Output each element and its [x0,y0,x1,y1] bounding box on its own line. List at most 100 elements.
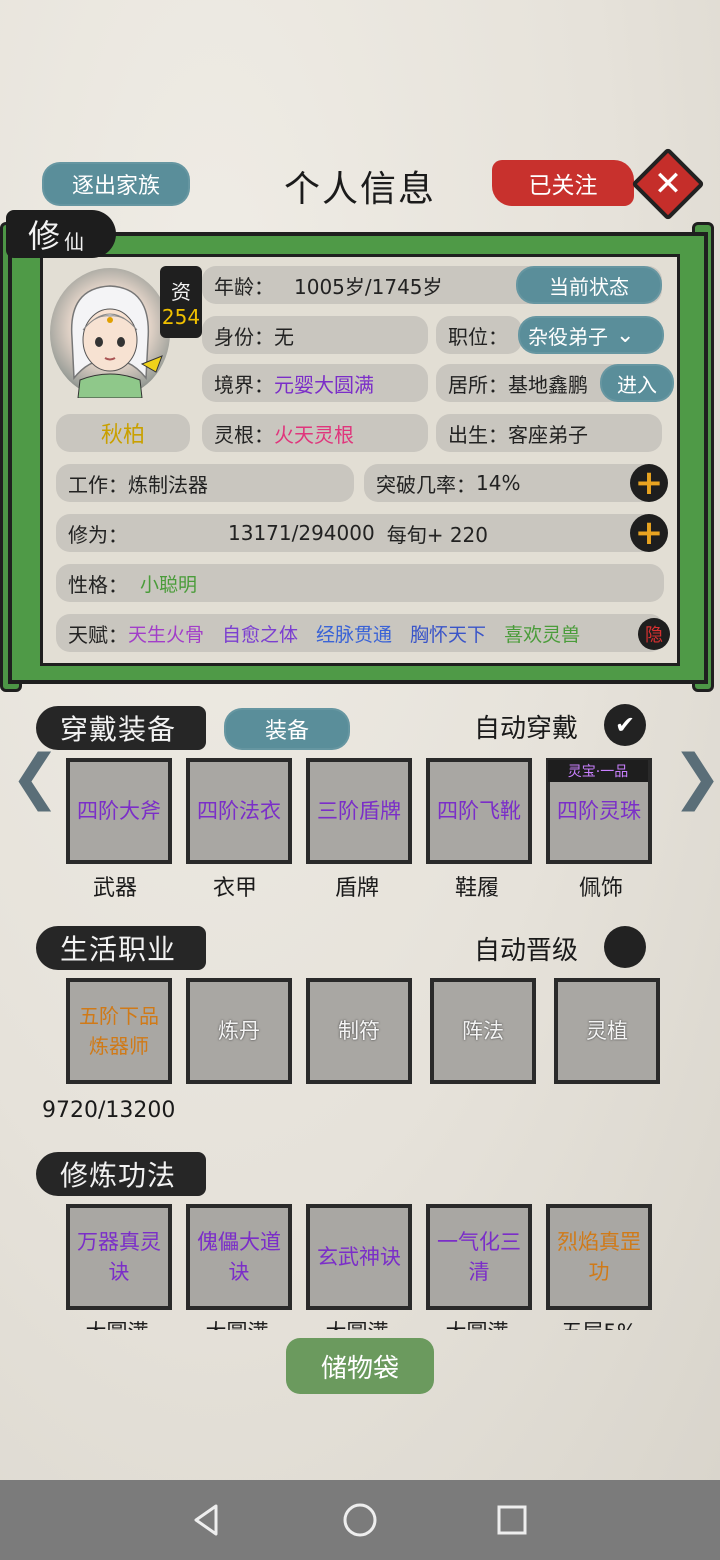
equipment-section-title: 穿戴装备 [36,706,206,750]
chevron-down-icon: ⌄ [616,322,635,348]
career-name: 制符 [338,1019,380,1043]
technique-level: 大圆满 [424,1316,530,1330]
realm-field: 境界： 元婴大圆满 [202,364,428,402]
work-value: 炼制法器 [128,472,208,497]
realm-label: 境界： [214,372,274,397]
technique-slot[interactable]: 傀儡大道诀 [186,1204,292,1310]
career-section-title: 生活职业 [36,926,206,970]
auto-promote-label: 自动晋级 [474,936,579,966]
technique-level: 大圆满 [64,1316,170,1330]
breakthrough-plus-button[interactable]: + [630,464,668,502]
auto-equip-label: 自动穿戴 [474,714,579,744]
equip-item-name: 四阶大斧 [77,799,161,823]
age-label: 年龄： [214,274,274,299]
talent-label: 天赋： [68,622,128,647]
equip-slot-armor[interactable]: 四阶法衣 [186,758,292,864]
breakthrough-field: 突破几率： 14% [364,464,664,502]
expel-button[interactable]: 逐出家族 [42,162,190,206]
residence-value: 基地鑫鹏 [508,372,588,397]
cultivation-rate: 每旬+ 220 [386,522,489,547]
check-icon: ✔ [614,711,636,739]
recents-icon[interactable] [492,1500,532,1540]
status-button[interactable]: 当前状态 [516,266,662,304]
equip-slot-shield[interactable]: 三阶盾牌 [306,758,412,864]
talent-item[interactable]: 喜欢灵兽 [504,620,580,647]
root-label: 灵根： [214,422,274,447]
age-value: 1005岁/1745岁 [294,274,443,299]
equip-slot-weapon[interactable]: 四阶大斧 [66,758,172,864]
character-name: 秋柏 [56,414,190,452]
equip-type-label: 佩饰 [578,876,623,901]
home-icon[interactable] [340,1500,380,1540]
equip-type-label: 盾牌 [334,876,379,901]
technique-name: 一气化三清 [437,1230,521,1284]
equip-item-name: 四阶飞靴 [437,799,521,823]
equip-item-name: 三阶盾牌 [317,799,401,823]
talent-item[interactable]: 自愈之体 [222,620,298,647]
technique-slot[interactable]: 烈焰真罡功 [546,1204,652,1310]
talent-item[interactable]: 天生火骨 [128,620,204,647]
cultivation-plus-button[interactable]: + [630,514,668,552]
technique-name: 烈焰真罡功 [557,1230,641,1284]
avatar[interactable] [50,268,170,399]
technique-slot[interactable]: 玄武神诀 [306,1204,412,1310]
cultivation-label: 修为： [68,522,128,547]
realm-value: 元婴大圆满 [274,372,374,397]
storage-bag-button[interactable]: 储物袋 [286,1338,434,1394]
talent-field: 天赋： 天生火骨 自愈之体 经脉贯通 胸怀天下 喜欢灵兽 [56,614,664,652]
technique-section-title: 修炼功法 [36,1152,206,1196]
identity-value: 无 [274,324,294,349]
technique-level: 五层5% [546,1316,652,1330]
career-slot-alchemy[interactable]: 炼丹 [186,978,292,1084]
birth-field: 出生： 客座弟子 [436,414,662,452]
auto-promote-toggle[interactable] [604,926,646,968]
character-portrait-icon [70,285,163,399]
career-slot-herb[interactable]: 灵植 [554,978,660,1084]
plus-icon: + [634,513,664,553]
career-slot-formation[interactable]: 阵法 [430,978,536,1084]
prev-arrow-icon[interactable]: ❮ [10,742,60,812]
talent-item[interactable]: 胸怀天下 [410,620,486,647]
position-field: 职位： [436,316,522,354]
career-slot-refiner[interactable]: 五阶下品炼器师 [66,978,172,1084]
personality-field: 性格： 小聪明 [56,564,664,602]
equipment-tab[interactable]: 装备 [224,708,350,750]
close-icon: ✕ [653,164,683,204]
equip-type-label: 衣甲 [212,876,257,901]
next-arrow-icon[interactable]: ❯ [672,742,720,812]
back-icon[interactable] [186,1500,226,1540]
badge-main: 修 [28,217,61,255]
followed-button[interactable]: 已关注 [492,160,634,206]
technique-slot[interactable]: 万器真灵诀 [66,1204,172,1310]
technique-name: 傀儡大道诀 [197,1230,281,1284]
cultivation-value: 13171/294000 [228,521,375,545]
work-field: 工作： 炼制法器 [56,464,354,502]
enter-residence-button[interactable]: 进入 [600,364,674,402]
aptitude-label: 资 [171,279,191,304]
career-slot-talisman[interactable]: 制符 [306,978,412,1084]
root-value: 火天灵根 [274,422,354,447]
position-value: 杂役弟子 [528,324,608,349]
technique-level-row: 大圆满 大圆满 大圆满 大圆满 五层5% [0,1314,720,1330]
career-name: 阵法 [462,1019,504,1043]
badge-sub: 仙 [64,229,85,254]
aptitude-badge: 资 254 [160,266,202,338]
position-label: 职位： [448,324,508,349]
career-name: 五阶下品炼器师 [79,1004,159,1058]
plus-icon: + [634,463,664,503]
equip-type-label: 鞋履 [454,876,499,901]
technique-level: 大圆满 [184,1316,290,1330]
career-name: 炼丹 [218,1019,260,1043]
technique-name: 万器真灵诀 [77,1230,161,1284]
hide-talent-button[interactable]: 隐 [638,618,670,650]
personality-value: 小聪明 [140,573,198,596]
work-label: 工作： [68,472,128,497]
technique-slot[interactable]: 一气化三清 [426,1204,532,1310]
equip-slot-boots[interactable]: 四阶飞靴 [426,758,532,864]
personality-label: 性格： [68,572,128,597]
auto-equip-toggle[interactable]: ✔ [604,704,646,746]
spirit-root-field: 灵根： 火天灵根 [202,414,428,452]
talent-item[interactable]: 经脉贯通 [316,620,392,647]
position-dropdown[interactable]: 杂役弟子 ⌄ [518,316,664,354]
breakthrough-label: 突破几率： [376,472,476,497]
